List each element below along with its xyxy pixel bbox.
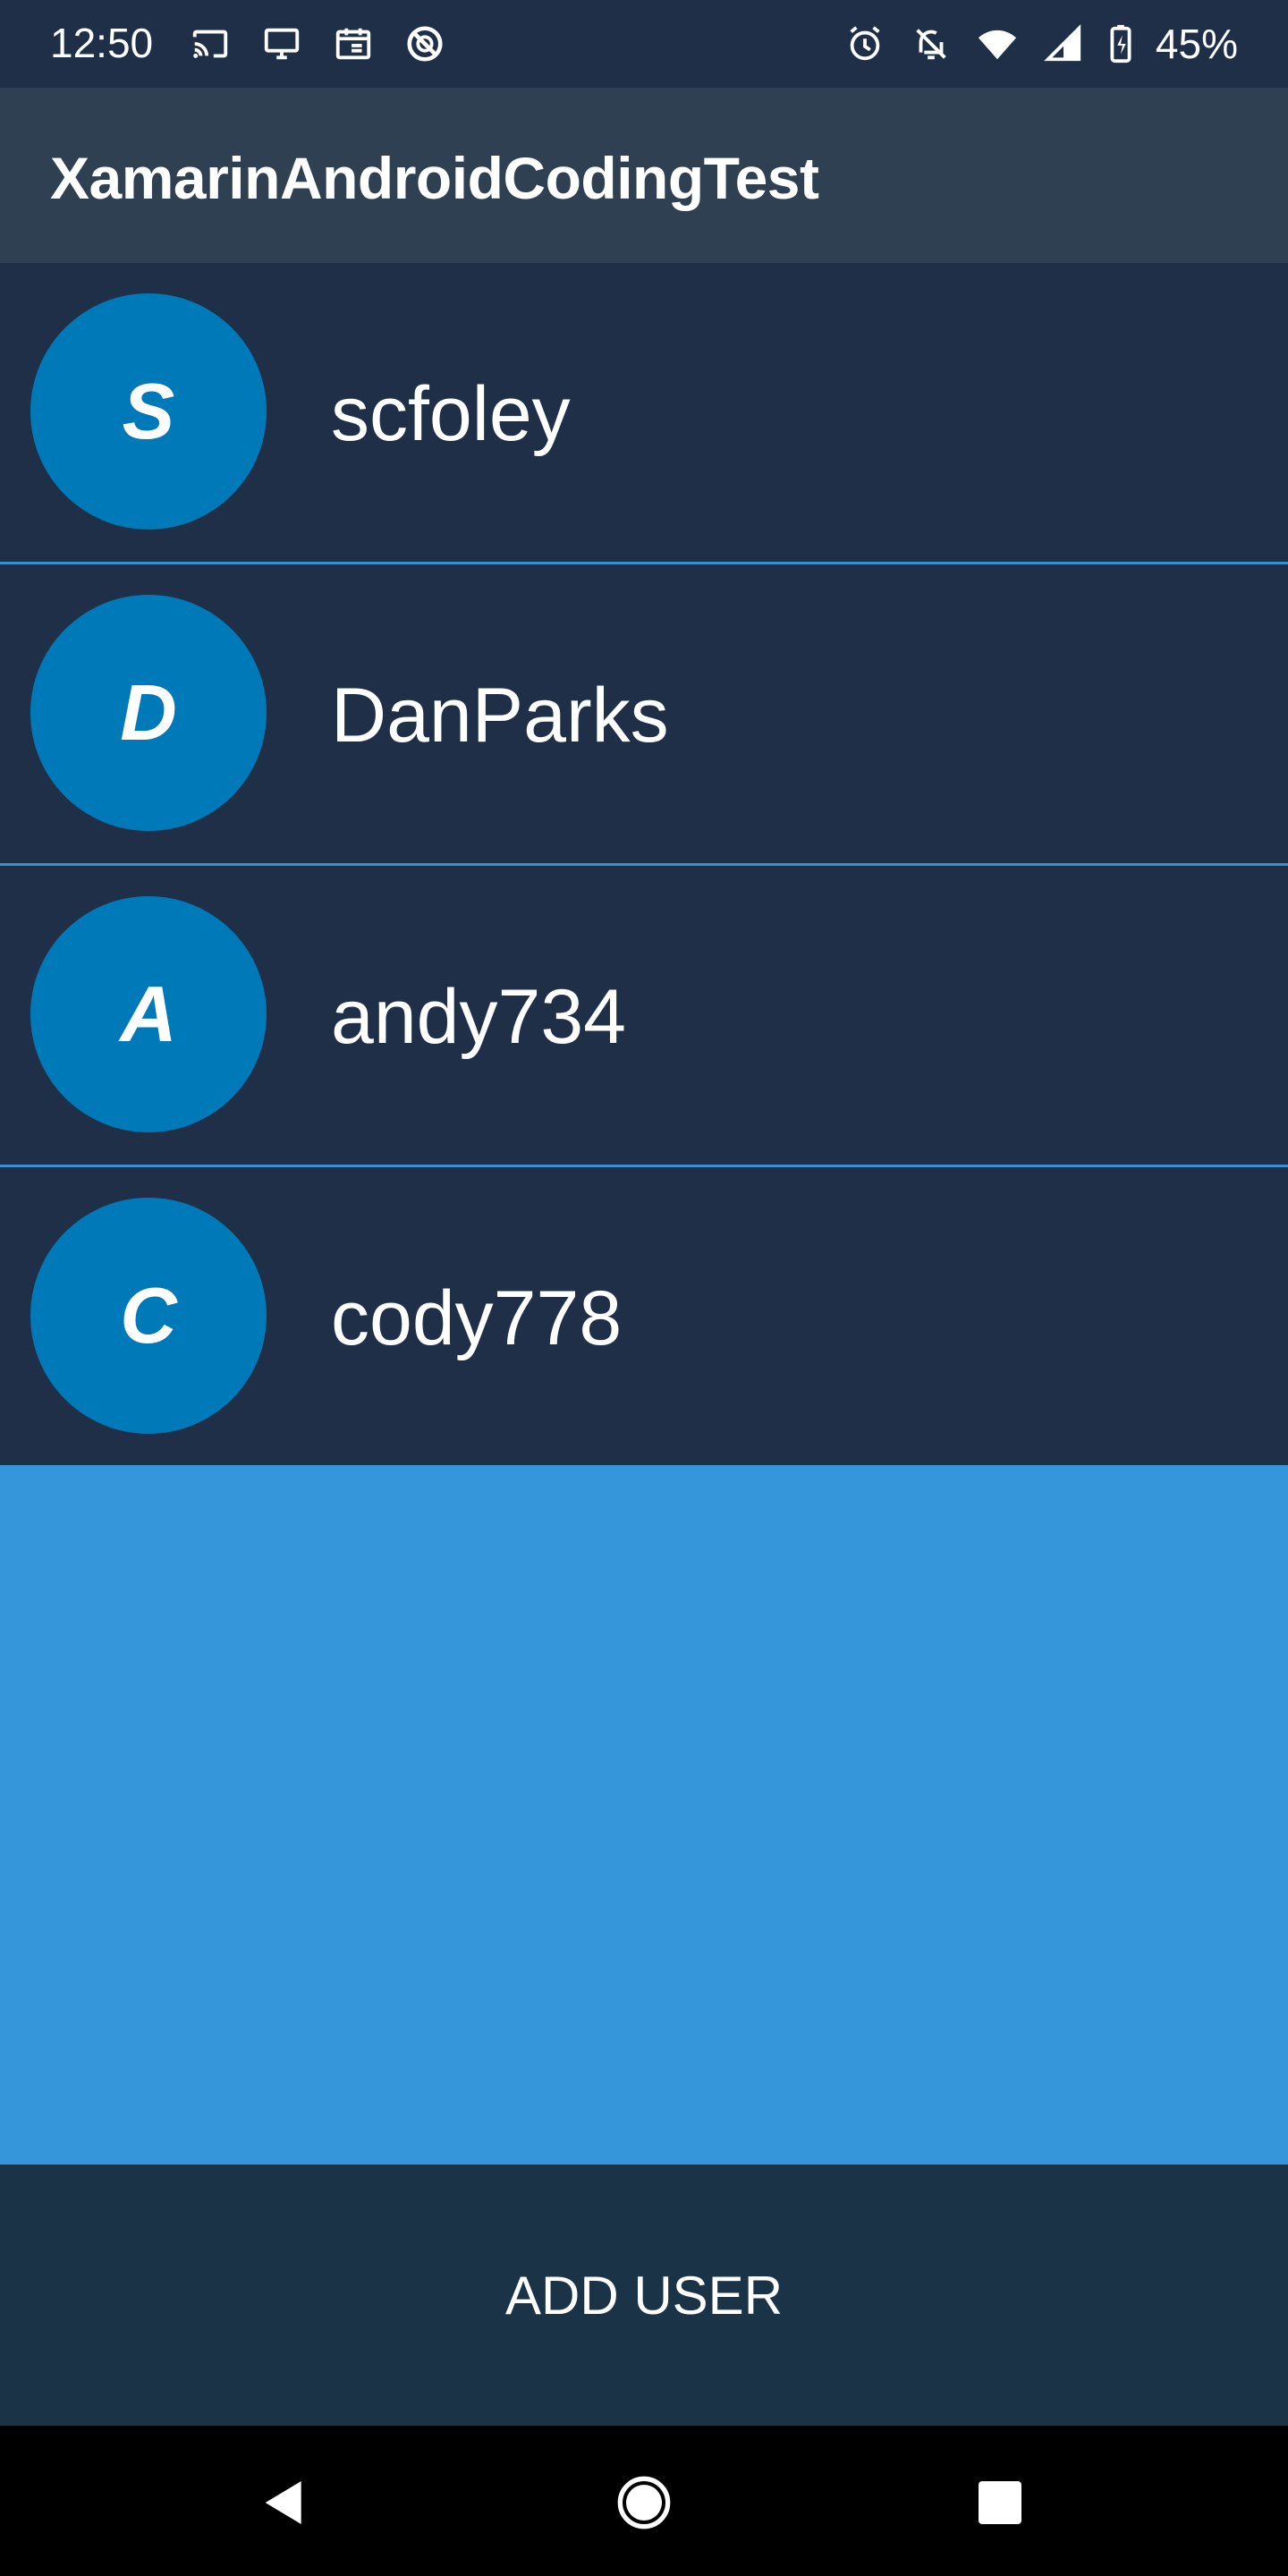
user-list-item[interactable]: S scfoley [0, 263, 1288, 564]
signal-icon [1041, 23, 1086, 64]
user-name: cody778 [331, 1275, 623, 1361]
avatar: D [30, 595, 267, 831]
user-name: DanParks [331, 673, 669, 758]
add-user-button[interactable]: ADD USER [0, 2165, 1288, 2426]
user-list-item[interactable]: C cody778 [0, 1167, 1288, 1468]
battery-percentage: 45% [1155, 21, 1238, 67]
user-list-item[interactable]: D DanParks [0, 564, 1288, 865]
cast-icon [188, 23, 233, 64]
status-icons-right: 45% [843, 21, 1238, 66]
user-name: andy734 [331, 974, 626, 1060]
app-bar: XamarinAndroidCodingTest [0, 88, 1288, 263]
wifi-icon [975, 23, 1020, 64]
bottom-action-bar: ADD USER [0, 2165, 1288, 2426]
user-list-item[interactable]: A andy734 [0, 866, 1288, 1166]
recents-icon[interactable] [971, 2474, 1029, 2531]
monitor-icon [259, 23, 304, 64]
calendar-icon [331, 23, 376, 64]
notifications-off-icon [909, 23, 953, 64]
avatar: S [30, 293, 267, 530]
home-icon[interactable] [615, 2474, 673, 2531]
user-list: S scfoley D DanParks A andy734 C cody778 [0, 263, 1288, 1468]
list-empty-area [0, 1465, 1288, 2165]
sync-off-icon [402, 23, 447, 64]
status-icons-left [188, 23, 447, 64]
battery-charging-icon [1107, 23, 1134, 64]
user-name: scfoley [331, 371, 571, 457]
status-time: 12:50 [50, 20, 154, 66]
avatar: C [30, 1198, 267, 1434]
page-title: XamarinAndroidCodingTest [50, 145, 819, 211]
alarm-icon [843, 23, 887, 64]
back-icon[interactable] [256, 2474, 313, 2531]
navigation-bar [0, 2426, 1288, 2576]
status-bar: 12:50 45% [0, 0, 1288, 88]
avatar: A [30, 896, 267, 1132]
